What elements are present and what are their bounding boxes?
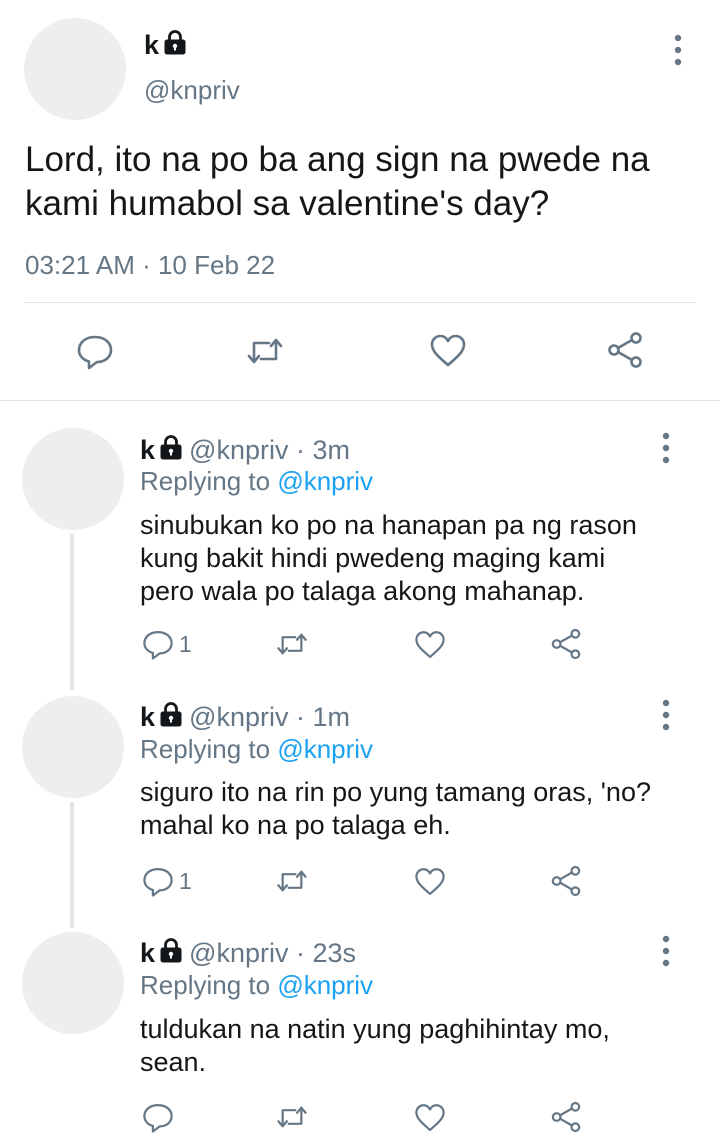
reply-text: siguro ito na rin po yung tamang oras, '… xyxy=(140,776,700,842)
tweet-text: Lord, ito na po ba ang sign na pwede na … xyxy=(25,138,705,226)
more-icon[interactable] xyxy=(666,32,690,68)
comment-count: 1 xyxy=(179,867,192,894)
comment-button[interactable] xyxy=(75,331,115,371)
author-name: k xyxy=(140,702,156,732)
reply-header[interactable]: k @knpriv · 1m xyxy=(140,701,350,735)
replying-to: Replying to @knpriv xyxy=(140,969,373,1001)
lock-icon xyxy=(159,702,183,735)
share-button[interactable] xyxy=(549,864,583,898)
replying-to-label: Replying to xyxy=(140,466,278,496)
reply-header[interactable]: k @knpriv · 23s xyxy=(140,937,356,971)
share-icon xyxy=(549,1100,583,1134)
author-handle-time: @knpriv · 3m xyxy=(189,435,350,465)
more-icon[interactable] xyxy=(654,697,678,733)
retweet-button[interactable] xyxy=(275,627,309,661)
author-handle[interactable]: @knpriv xyxy=(144,74,240,106)
share-icon xyxy=(549,864,583,898)
replying-to-link[interactable]: @knpriv xyxy=(277,466,373,496)
author-name: k xyxy=(140,938,156,968)
reply-text-line: pero wala po talaga akong mahanap. xyxy=(140,576,585,606)
reply-text-line: sinubukan ko po na hanapan pa ng rason xyxy=(140,510,637,540)
like-button[interactable] xyxy=(413,1101,447,1135)
heart-icon xyxy=(413,628,447,662)
reply-text: sinubukan ko po na hanapan pa ng rason k… xyxy=(140,509,700,608)
tweet-text-line: Lord, ito na po ba ang sign na pwede na xyxy=(25,140,650,179)
reply-text-line: mahal ko na po talaga eh. xyxy=(140,810,451,840)
retweet-icon xyxy=(245,331,285,371)
heart-icon xyxy=(413,1101,447,1135)
replying-to-label: Replying to xyxy=(140,970,278,1000)
avatar[interactable] xyxy=(24,18,126,120)
retweet-button[interactable] xyxy=(275,1100,309,1134)
tweet-timestamp[interactable]: 03:21 AM · 10 Feb 22 xyxy=(25,249,275,281)
thread-line xyxy=(70,802,74,928)
share-button[interactable] xyxy=(549,1100,583,1134)
lock-icon xyxy=(159,938,183,971)
replying-to-label: Replying to xyxy=(140,734,278,764)
share-button[interactable] xyxy=(605,330,645,370)
like-button[interactable] xyxy=(413,865,447,899)
comment-icon xyxy=(141,864,175,898)
retweet-icon xyxy=(275,1100,309,1134)
reply-text-line: tuldukan na natin yung paghihintay mo, xyxy=(140,1014,610,1044)
share-icon xyxy=(605,330,645,370)
replying-to: Replying to @knpriv xyxy=(140,733,373,765)
avatar[interactable] xyxy=(22,932,124,1034)
replying-to-link[interactable]: @knpriv xyxy=(277,970,373,1000)
author-handle-time: @knpriv · 1m xyxy=(189,702,350,732)
section-divider xyxy=(0,400,720,401)
tweet-text-line: kami humabol sa valentine's day? xyxy=(25,184,550,223)
more-icon[interactable] xyxy=(654,933,678,969)
share-icon xyxy=(549,627,583,661)
thread-line xyxy=(70,534,74,690)
retweet-icon xyxy=(275,627,309,661)
comment-icon xyxy=(75,331,115,371)
reply-header[interactable]: k @knpriv · 3m xyxy=(140,434,350,468)
heart-icon xyxy=(413,865,447,899)
retweet-icon xyxy=(275,864,309,898)
comment-icon xyxy=(141,1100,175,1134)
share-button[interactable] xyxy=(549,627,583,661)
lock-icon xyxy=(163,30,187,64)
more-icon[interactable] xyxy=(654,430,678,466)
comment-button[interactable]: 1 xyxy=(141,627,192,661)
lock-icon xyxy=(159,435,183,468)
reply-text-line: kung bakit hindi pwedeng maging kami xyxy=(140,543,606,573)
avatar[interactable] xyxy=(22,428,124,530)
retweet-button[interactable] xyxy=(245,331,285,371)
author-name-row[interactable]: k xyxy=(144,28,187,64)
reply-text-line: sean. xyxy=(140,1047,207,1077)
comment-count: 1 xyxy=(179,630,192,657)
reply-text: tuldukan na natin yung paghihintay mo, s… xyxy=(140,1013,700,1079)
replying-to: Replying to @knpriv xyxy=(140,465,373,497)
author-name: k xyxy=(144,30,160,60)
heart-icon xyxy=(428,331,468,371)
comment-button[interactable] xyxy=(141,1100,175,1134)
avatar[interactable] xyxy=(22,696,124,798)
replying-to-link[interactable]: @knpriv xyxy=(277,734,373,764)
author-handle-time: @knpriv · 23s xyxy=(189,938,356,968)
comment-button[interactable]: 1 xyxy=(141,864,192,898)
reply-text-line: siguro ito na rin po yung tamang oras, '… xyxy=(140,777,651,807)
divider xyxy=(25,302,696,303)
like-button[interactable] xyxy=(413,628,447,662)
comment-icon xyxy=(141,627,175,661)
author-name: k xyxy=(140,435,156,465)
retweet-button[interactable] xyxy=(275,864,309,898)
like-button[interactable] xyxy=(428,331,468,371)
